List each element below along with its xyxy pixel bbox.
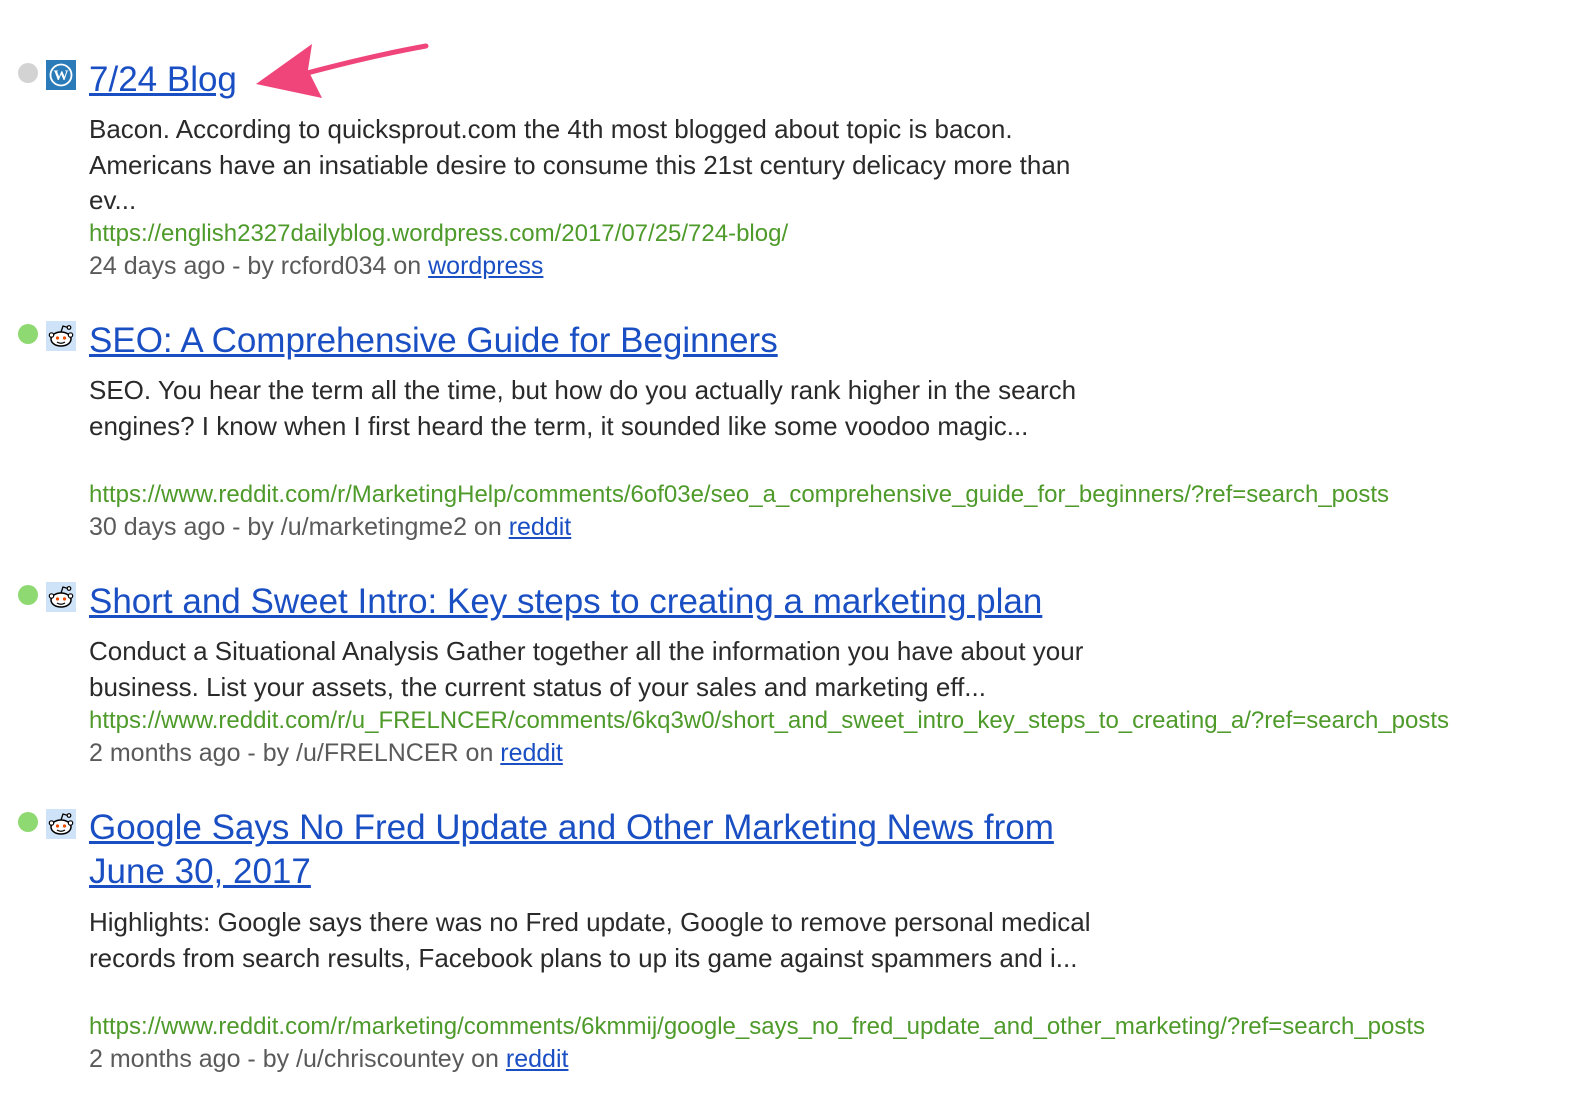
result-meta-text: 30 days ago - by /u/marketingme2 on — [89, 513, 509, 541]
source-link-wordpress[interactable]: wordpress — [428, 252, 543, 280]
reddit-icon — [46, 809, 76, 839]
status-dot-green — [18, 585, 38, 605]
result-title-link[interactable]: SEO: A Comprehensive Guide for Beginners — [89, 319, 778, 363]
result-url[interactable]: https://www.reddit.com/r/u_FRELNCER/comm… — [89, 705, 1449, 737]
result-title-link[interactable]: Google Says No Fred Update and Other Mar… — [89, 806, 1054, 894]
result-meta: 2 months ago - by /u/chriscountey on red… — [89, 1043, 568, 1075]
result-snippet: SEO. You hear the term all the time, but… — [89, 375, 1077, 441]
reddit-icon — [46, 321, 76, 351]
result-url[interactable]: https://www.reddit.com/r/marketing/comme… — [89, 1011, 1425, 1043]
result-snippet: Bacon. According to quicksprout.com the … — [89, 114, 1071, 215]
status-dot-grey — [18, 63, 38, 83]
reddit-icon — [46, 582, 76, 612]
result-title-line: Google Says No Fred Update and Other Mar… — [89, 808, 1054, 847]
status-dot-green — [18, 812, 38, 832]
result-title-link[interactable]: Short and Sweet Intro: Key steps to crea… — [89, 580, 1042, 624]
result-meta-text: 24 days ago - by rcford034 on — [89, 252, 429, 280]
result-url[interactable]: https://www.reddit.com/r/MarketingHelp/c… — [89, 479, 1389, 511]
source-link-reddit[interactable]: reddit — [506, 1045, 569, 1073]
source-link-reddit[interactable]: reddit — [500, 739, 563, 767]
result-meta-text: 2 months ago - by /u/FRELNCER on — [89, 739, 501, 767]
result-url[interactable]: https://english2327dailyblog.wordpress.c… — [89, 218, 788, 250]
wordpress-icon: W — [46, 60, 76, 90]
result-title-line: June 30, 2017 — [89, 852, 311, 891]
source-link-reddit[interactable]: reddit — [509, 513, 572, 541]
result-meta: 24 days ago - by rcford034 on wordpress — [89, 250, 543, 282]
result-snippet: Conduct a Situational Analysis Gather to… — [89, 636, 1084, 702]
annotation-arrow-icon — [256, 43, 429, 98]
result-title-link[interactable]: 7/24 Blog — [89, 58, 237, 102]
status-dot-green — [18, 324, 38, 344]
result-meta-text: 2 months ago - by /u/chriscountey on — [89, 1045, 506, 1073]
result-meta: 30 days ago - by /u/marketingme2 on redd… — [89, 511, 571, 543]
result-meta: 2 months ago - by /u/FRELNCER on reddit — [89, 737, 563, 769]
result-snippet: Highlights: Google says there was no Fre… — [89, 907, 1091, 973]
svg-text:W: W — [54, 68, 69, 84]
